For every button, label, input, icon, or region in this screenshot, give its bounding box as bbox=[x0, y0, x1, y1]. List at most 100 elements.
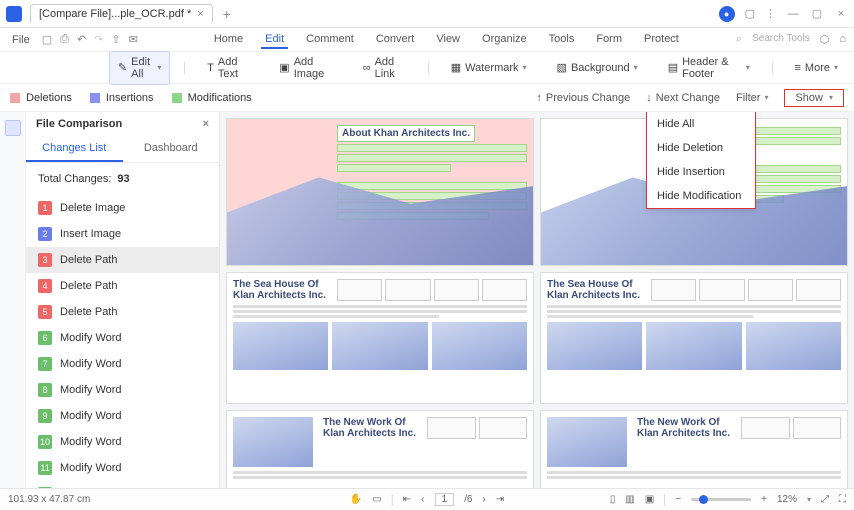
zoom-slider[interactable] bbox=[691, 498, 751, 501]
chat-icon[interactable]: ▢ bbox=[745, 7, 755, 20]
change-item[interactable]: 4Delete Path bbox=[26, 273, 219, 299]
add-image-button[interactable]: ▣Add Image bbox=[271, 52, 340, 84]
view-single-icon[interactable]: ▯ bbox=[610, 494, 616, 505]
change-number-badge: 11 bbox=[38, 461, 52, 475]
menu-comment[interactable]: Comment bbox=[302, 31, 358, 49]
kebab-icon[interactable]: ⋮ bbox=[765, 7, 776, 20]
doc-title: The Sea House Of Klan Architects Inc. bbox=[547, 279, 647, 301]
close-window-icon[interactable]: × bbox=[834, 8, 848, 20]
hand-icon[interactable]: ✋ bbox=[350, 494, 362, 505]
change-number-badge: 5 bbox=[38, 305, 52, 319]
page-input[interactable]: 1 bbox=[435, 493, 455, 506]
prev-page-icon[interactable]: ‹ bbox=[421, 494, 424, 505]
arrow-down-icon: ↓ bbox=[646, 92, 652, 104]
change-item[interactable]: 8Modify Word bbox=[26, 377, 219, 403]
file-menu[interactable]: File bbox=[8, 32, 34, 48]
menu-hide-insertion[interactable]: Hide Insertion bbox=[647, 160, 755, 184]
side-panel: File Comparison × Changes List Dashboard… bbox=[26, 112, 220, 508]
page-total: /6 bbox=[464, 494, 472, 505]
menu-convert[interactable]: Convert bbox=[372, 31, 419, 49]
page-right-2[interactable]: The Sea House Of Klan Architects Inc. bbox=[540, 272, 848, 404]
change-item[interactable]: 5Delete Path bbox=[26, 299, 219, 325]
menu-edit[interactable]: Edit bbox=[261, 31, 288, 49]
document-tab[interactable]: [Compare File]...ple_OCR.pdf * × bbox=[30, 4, 213, 23]
change-label: Insert Image bbox=[60, 228, 121, 240]
add-link-button[interactable]: ∞Add Link bbox=[355, 52, 414, 84]
fullscreen-icon[interactable]: ⛶ bbox=[839, 494, 846, 505]
close-icon[interactable]: × bbox=[203, 118, 209, 130]
menu-protect[interactable]: Protect bbox=[640, 31, 683, 49]
change-item[interactable]: 6Modify Word bbox=[26, 325, 219, 351]
zoom-value[interactable]: 12% bbox=[777, 494, 797, 505]
cloud-icon[interactable]: ⬡ bbox=[820, 33, 830, 46]
tab-label: [Compare File]...ple_OCR.pdf * bbox=[39, 8, 191, 20]
legend-deletions: Deletions bbox=[10, 92, 72, 104]
left-rail bbox=[0, 112, 26, 508]
select-icon[interactable]: ▭ bbox=[372, 494, 381, 505]
menu-tools[interactable]: Tools bbox=[545, 31, 579, 49]
page-left-1[interactable]: About Khan Architects Inc. bbox=[226, 118, 534, 266]
arrow-up-icon: ↑ bbox=[536, 92, 542, 104]
link-icon: ∞ bbox=[363, 62, 371, 74]
change-label: Modify Word bbox=[60, 332, 122, 344]
fit-width-icon[interactable]: ⤢ bbox=[821, 494, 829, 505]
share-icon[interactable]: ⇧ bbox=[111, 33, 120, 46]
edit-all-button[interactable]: ✎ Edit All ▾ bbox=[109, 51, 170, 85]
mail-icon[interactable]: ✉ bbox=[129, 33, 138, 46]
tab-changes-list[interactable]: Changes List bbox=[26, 136, 123, 162]
change-item[interactable]: 10Modify Word bbox=[26, 429, 219, 455]
last-page-icon[interactable]: ⇥ bbox=[496, 494, 504, 505]
menu-hide-deletion[interactable]: Hide Deletion bbox=[647, 136, 755, 160]
change-item[interactable]: 7Modify Word bbox=[26, 351, 219, 377]
add-text-button[interactable]: TAdd Text bbox=[199, 52, 257, 84]
zoom-out-icon[interactable]: − bbox=[675, 494, 681, 505]
print-icon[interactable]: ⎙ bbox=[60, 33, 69, 46]
filter-button[interactable]: Filter▾ bbox=[736, 92, 768, 104]
home-icon[interactable]: ⌂ bbox=[839, 33, 846, 46]
search-tools[interactable]: Search Tools bbox=[752, 33, 810, 46]
next-page-icon[interactable]: › bbox=[482, 494, 485, 505]
background-button[interactable]: ▧Background▾ bbox=[549, 57, 646, 78]
close-icon[interactable]: × bbox=[197, 8, 203, 20]
compare-rail-icon[interactable] bbox=[5, 120, 21, 136]
titlebar: [Compare File]...ple_OCR.pdf * × + ● ▢ ⋮… bbox=[0, 0, 854, 28]
change-item[interactable]: 3Delete Path bbox=[26, 247, 219, 273]
minimize-icon[interactable]: — bbox=[786, 8, 800, 20]
change-item[interactable]: 9Modify Word bbox=[26, 403, 219, 429]
next-change-button[interactable]: ↓Next Change bbox=[646, 92, 720, 104]
menu-organize[interactable]: Organize bbox=[478, 31, 531, 49]
chevron-down-icon: ▾ bbox=[829, 93, 833, 102]
legend-insertions: Insertions bbox=[90, 92, 154, 104]
change-item[interactable]: 11Modify Word bbox=[26, 455, 219, 481]
previous-change-button[interactable]: ↑Previous Change bbox=[536, 92, 630, 104]
header-footer-button[interactable]: ▤Header & Footer▾ bbox=[660, 52, 758, 84]
view-facing-icon[interactable]: ▣ bbox=[645, 494, 654, 505]
page-left-2[interactable]: The Sea House Of Klan Architects Inc. bbox=[226, 272, 534, 404]
tab-dashboard[interactable]: Dashboard bbox=[123, 136, 220, 162]
document-viewer[interactable]: About Khan Architects Inc. The Sea House… bbox=[220, 112, 854, 508]
menu-home[interactable]: Home bbox=[210, 31, 247, 49]
watermark-button[interactable]: ▦Watermark▾ bbox=[443, 57, 535, 78]
change-item[interactable]: 1Delete Image bbox=[26, 195, 219, 221]
change-list: 1Delete Image2Insert Image3Delete Path4D… bbox=[26, 195, 219, 508]
menu-form[interactable]: Form bbox=[592, 31, 626, 49]
menu-view[interactable]: View bbox=[432, 31, 464, 49]
menu-hide-all[interactable]: Hide All bbox=[647, 112, 755, 136]
view-continuous-icon[interactable]: ▥ bbox=[625, 494, 634, 505]
add-tab-icon[interactable]: + bbox=[223, 6, 231, 22]
undo-icon[interactable]: ↶ bbox=[77, 33, 86, 46]
first-page-icon[interactable]: ⇤ bbox=[403, 494, 411, 505]
pencil-icon: ✎ bbox=[118, 61, 127, 74]
user-avatar[interactable]: ● bbox=[719, 6, 735, 22]
save-icon[interactable]: ▢ bbox=[42, 33, 52, 46]
change-label: Modify Word bbox=[60, 436, 122, 448]
menu-hide-modification[interactable]: Hide Modification bbox=[647, 184, 755, 208]
change-number-badge: 3 bbox=[38, 253, 52, 267]
more-button[interactable]: ≡More▾ bbox=[787, 58, 847, 78]
zoom-in-icon[interactable]: + bbox=[761, 494, 767, 505]
redo-icon[interactable]: ↷ bbox=[94, 33, 103, 46]
show-dropdown: Hide All Hide Deletion Hide Insertion Hi… bbox=[646, 112, 756, 209]
show-button[interactable]: Show▾ bbox=[784, 89, 844, 107]
maximize-icon[interactable]: ▢ bbox=[810, 7, 824, 20]
change-item[interactable]: 2Insert Image bbox=[26, 221, 219, 247]
